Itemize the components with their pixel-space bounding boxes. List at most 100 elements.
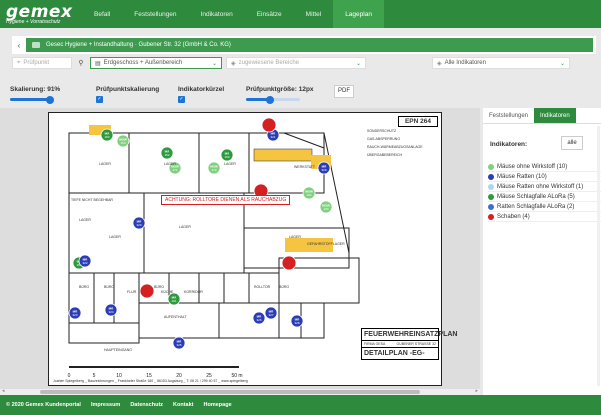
scale-label: Skalierung: 91% <box>10 86 61 93</box>
nav-indikatoren[interactable]: Indikatoren <box>189 0 245 28</box>
plan-title: FEUERWEHREINSATZPLAN <box>362 329 457 341</box>
nav-befall[interactable]: Befall <box>82 0 122 28</box>
chevron-left-icon[interactable]: ‹ <box>12 41 26 50</box>
checkpoint-marker[interactable]: MOW159 <box>116 134 130 148</box>
plan-code: EPN 264 <box>397 116 438 127</box>
footer-link[interactable]: Impressum <box>91 402 120 408</box>
scale-slider[interactable] <box>10 95 55 104</box>
checkpoint-marker[interactable]: MR329 <box>317 161 331 175</box>
indicator-color-dot <box>488 213 494 220</box>
breadcrumb-label: Gesec Hygiene + Instandhaltung · Gubener… <box>46 42 231 48</box>
room-label: HAUPTEINGANG <box>104 348 132 352</box>
vertical-scrollbar[interactable] <box>597 126 600 386</box>
indicator-label: Ratten Schlagfalle ALoRa (2) <box>497 203 575 210</box>
legend-entry: SONDERSCHUTZ <box>367 129 397 133</box>
logo[interactable]: gemex Hygiene + Vorratsschutz <box>0 1 82 25</box>
checkpoint-marker[interactable]: MÄ163 <box>100 128 114 142</box>
marker-number: 162 <box>164 153 169 157</box>
indicator-item[interactable]: Ratten Schlagfalle ALoRa (2) <box>488 202 601 212</box>
scale-slider-knob[interactable] <box>46 95 55 104</box>
room-label: LAGER <box>289 235 301 239</box>
nav-lageplan[interactable]: Lageplan <box>333 0 384 28</box>
arrow-right-icon[interactable]: ▸ <box>475 388 478 394</box>
checkpoint-marker[interactable]: MR325 <box>172 336 186 350</box>
checkpoint-marker[interactable]: MR327 <box>264 306 278 320</box>
checkpoint-marker[interactable]: MR324 <box>104 303 118 317</box>
footer-link[interactable]: Kontakt <box>173 402 193 408</box>
select-all-button[interactable]: alle <box>561 136 583 150</box>
cockroach-marker[interactable] <box>261 117 277 133</box>
breadcrumb[interactable]: Gesec Hygiene + Instandhaltung · Gubener… <box>26 38 593 52</box>
checkpoint-marker[interactable]: MOW170 <box>207 161 221 175</box>
indicator-item[interactable]: Schaben (4) <box>488 212 601 222</box>
copyright-text: © 2020 Gemex Kundenportal <box>6 402 81 408</box>
plan-subtitle: DETAILPLAN -EG- <box>364 350 425 357</box>
floor-plan[interactable]: 051015202550 m MÄ163MÄ162MÄ160MÄ164MÄ161… <box>48 112 457 386</box>
checkpoint-marker[interactable]: MÄ162 <box>160 146 174 160</box>
plan-legend: SONDERSCHUTZ GAS-ABSPERRUNG RAUCH-WÄRMEABZ… <box>367 127 423 159</box>
marker-number: 324 <box>108 310 113 314</box>
plan-address-row: FIRMA GESA GUBENER STRASSE 32 <box>362 342 438 348</box>
nav-feststellungen[interactable]: Feststellungen <box>122 0 188 28</box>
marker-dot <box>261 117 277 133</box>
layers-icon: ▤ <box>95 60 101 67</box>
breadcrumb-row: ‹ Gesec Hygiene + Instandhaltung · Guben… <box>12 36 596 54</box>
size-slider-knob[interactable] <box>266 95 275 104</box>
indicator-item[interactable]: Mäuse ohne Wirkstoff (10) <box>488 162 601 172</box>
marker-dot <box>139 283 155 299</box>
checkpoint-marker[interactable]: MOW192 <box>302 186 316 200</box>
side-panel: Feststellungen Indikatoren Indikatoren: a… <box>483 108 601 395</box>
marker-number: 163 <box>104 135 109 139</box>
checkpoint-marker[interactable]: MR322 <box>78 254 92 268</box>
tab-indikatoren[interactable]: Indikatoren <box>534 108 576 123</box>
cockroach-marker[interactable] <box>139 283 155 299</box>
filter-row: ⌖ Prüfpunkt ⚲ ▤ Erdgeschoss + Außenberei… <box>12 56 596 70</box>
room-label: LAGER <box>79 218 91 222</box>
room-label: KORRIDOR <box>184 290 203 294</box>
checkpoint-scale-checkbox[interactable]: ✓ <box>96 96 103 103</box>
plan-footer: Joahim Spiegelberg _ Bauzeichnungen _ Fr… <box>53 379 248 383</box>
warning-label: ACHTUNG: ROLLTORE DIENEN ALS RAUCHABZUG <box>161 195 291 205</box>
marker-number: 326 <box>256 318 261 322</box>
marker-number: 323 <box>72 313 77 317</box>
scrollbar-thumb[interactable] <box>40 390 420 394</box>
checkpoint-marker[interactable]: MR328 <box>290 314 304 328</box>
indicator-select[interactable]: ◈ Alle Indikatoren ⌄ <box>432 57 570 69</box>
room-label: LAGER <box>224 162 236 166</box>
room-label: LAGER <box>99 162 111 166</box>
pdf-button[interactable]: PDF <box>334 85 354 98</box>
checkpoint-marker[interactable]: MÄ160 <box>220 148 234 162</box>
indicator-item[interactable]: Mäuse Schlagfalle ALoRa (5) <box>488 192 601 202</box>
areas-select[interactable]: ◈ zugewiesene Bereiche ⌄ <box>226 57 366 69</box>
footer-link[interactable]: Datenschutz <box>130 402 163 408</box>
arrow-left-icon[interactable]: ◂ <box>2 388 5 394</box>
indicator-label: Mäuse Ratten (10) <box>497 173 547 180</box>
building-icon <box>32 42 40 48</box>
checkpoint-marker[interactable]: MOW193 <box>319 200 333 214</box>
checkpoint-marker[interactable]: MÄ161 <box>167 292 181 306</box>
cockroach-marker[interactable] <box>281 255 297 271</box>
top-nav: gemex Hygiene + Vorratsschutz Befall Fest… <box>0 0 601 28</box>
search-icon[interactable]: ⚲ <box>76 59 86 67</box>
logo-name: gemex <box>6 1 73 22</box>
indicator-item[interactable]: Mäuse Ratten ohne Wirkstoff (1) <box>488 182 601 192</box>
marker-number: 327 <box>268 313 273 317</box>
marker-dot <box>281 255 297 271</box>
nav-links: Befall Feststellungen Indikatoren Einsätze M… <box>82 0 384 28</box>
checkpoint-marker[interactable]: MR320 <box>132 216 146 230</box>
abbrev-checkbox[interactable]: ✓ <box>178 96 185 103</box>
floor-select[interactable]: ▤ Erdgeschoss + Außenbereich ⌄ <box>90 57 222 69</box>
tag-icon: ◈ <box>437 60 442 67</box>
indicator-item[interactable]: Mäuse Ratten (10) <box>488 172 601 182</box>
checkpoint-marker[interactable]: MR323 <box>68 306 82 320</box>
nav-mittel[interactable]: Mittel <box>294 0 334 28</box>
indicator-color-dot <box>488 163 494 170</box>
nav-einsätze[interactable]: Einsätze <box>245 0 294 28</box>
room-label: LAGER <box>164 162 176 166</box>
checkpoint-marker[interactable]: MR326 <box>252 311 266 325</box>
tab-feststellungen[interactable]: Feststellungen <box>483 108 534 123</box>
checkpoint-search-input[interactable]: ⌖ Prüfpunkt <box>12 57 72 69</box>
footer-link[interactable]: Homepage <box>204 402 232 408</box>
size-slider[interactable] <box>246 95 300 104</box>
indicator-color-dot <box>488 183 494 190</box>
